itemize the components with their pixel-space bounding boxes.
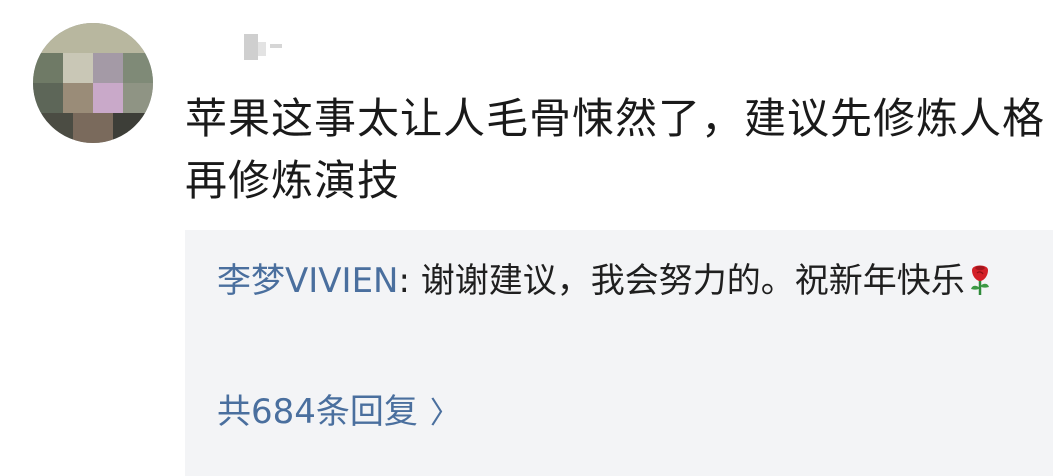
reply-separator: :: [398, 261, 421, 301]
username[interactable]: [218, 30, 288, 60]
reply-count-label: 共684条回复: [217, 392, 418, 432]
rose-icon: [967, 258, 993, 295]
avatar[interactable]: [33, 23, 153, 143]
reply-preview[interactable]: 李梦VIVIEN: 谢谢建议，我会努力的。祝新年快乐 共684条回复〉: [185, 230, 1053, 476]
chevron-right-icon: 〉: [429, 396, 460, 431]
reply-author[interactable]: 李梦VIVIEN: [217, 261, 399, 301]
reply-text: 谢谢建议，我会努力的。祝新年快乐: [420, 261, 965, 301]
reply-content: 李梦VIVIEN: 谢谢建议，我会努力的。祝新年快乐: [217, 254, 1037, 308]
view-all-replies-link[interactable]: 共684条回复〉: [217, 388, 460, 438]
comment-text: 苹果这事太让人毛骨悚然了，建议先修炼人格再修炼演技: [185, 94, 1046, 205]
comment-item: 苹果这事太让人毛骨悚然了，建议先修炼人格再修炼演技 李梦VIVIEN: 谢谢建议…: [0, 0, 1053, 476]
